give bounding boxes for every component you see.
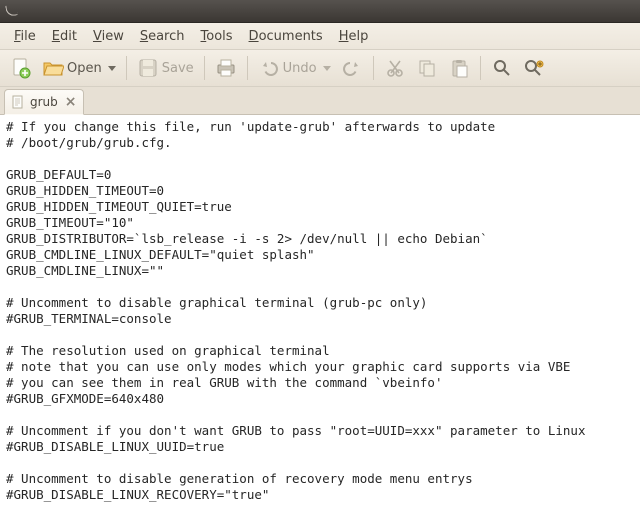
toolbar-separator xyxy=(126,56,127,80)
tab-label: grub xyxy=(30,95,58,109)
paste-icon xyxy=(448,57,470,79)
search-icon xyxy=(491,57,513,79)
tab-close-icon[interactable]: × xyxy=(65,94,77,110)
undo-button-label: Undo xyxy=(283,61,317,76)
window-titlebar xyxy=(0,0,640,23)
tab-grub[interactable]: grub × xyxy=(4,89,84,115)
new-document-icon xyxy=(10,57,32,79)
menubar: File Edit View Search Tools Documents He… xyxy=(0,23,640,50)
save-button[interactable]: Save xyxy=(133,54,198,82)
toolbar-separator xyxy=(247,56,248,80)
open-button-label: Open xyxy=(67,61,102,76)
open-button[interactable]: Open xyxy=(38,54,120,82)
app-icon xyxy=(5,4,17,16)
document-icon xyxy=(11,95,25,109)
toolbar: Open Save xyxy=(0,50,640,87)
save-button-label: Save xyxy=(162,61,194,76)
open-folder-icon xyxy=(42,57,64,79)
paste-button[interactable] xyxy=(444,54,474,82)
menu-view[interactable]: View xyxy=(85,26,132,47)
cut-icon xyxy=(384,57,406,79)
redo-button[interactable] xyxy=(337,54,367,82)
toolbar-separator xyxy=(480,56,481,80)
save-icon xyxy=(137,57,159,79)
print-button[interactable] xyxy=(211,54,241,82)
toolbar-separator xyxy=(204,56,205,80)
cut-button[interactable] xyxy=(380,54,410,82)
menu-help[interactable]: Help xyxy=(331,26,377,47)
menu-search[interactable]: Search xyxy=(132,26,193,47)
print-icon xyxy=(215,57,237,79)
menu-file[interactable]: File xyxy=(6,26,44,47)
new-document-button[interactable] xyxy=(6,54,36,82)
undo-icon xyxy=(258,57,280,79)
undo-button[interactable]: Undo xyxy=(254,54,335,82)
tabbar: grub × xyxy=(0,87,640,115)
editor-content: # If you change this file, run 'update-g… xyxy=(6,119,585,502)
editor-area[interactable]: # If you change this file, run 'update-g… xyxy=(0,115,640,517)
menu-documents[interactable]: Documents xyxy=(241,26,331,47)
redo-icon xyxy=(341,57,363,79)
copy-button[interactable] xyxy=(412,54,442,82)
find-replace-icon xyxy=(523,57,545,79)
find-button[interactable] xyxy=(487,54,517,82)
open-dropdown-caret-icon[interactable] xyxy=(108,66,116,71)
undo-dropdown-caret-icon[interactable] xyxy=(323,66,331,71)
menu-edit[interactable]: Edit xyxy=(44,26,85,47)
copy-icon xyxy=(416,57,438,79)
toolbar-separator xyxy=(373,56,374,80)
find-replace-button[interactable] xyxy=(519,54,549,82)
menu-tools[interactable]: Tools xyxy=(193,26,241,47)
